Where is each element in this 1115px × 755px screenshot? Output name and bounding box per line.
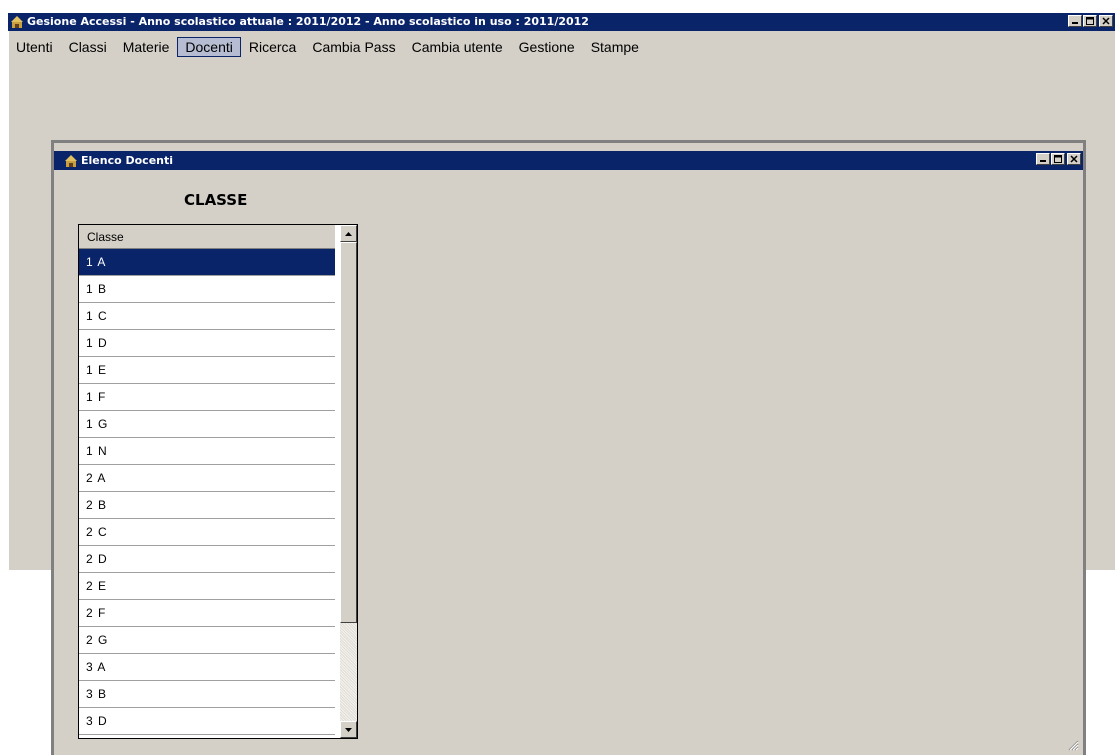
- arrow-down-icon: [345, 727, 352, 732]
- menu-item-ricerca[interactable]: Ricerca: [241, 37, 304, 57]
- table-row[interactable]: 1 D: [79, 330, 335, 357]
- table-row[interactable]: 2 F: [79, 600, 335, 627]
- table-row[interactable]: 2 G: [79, 627, 335, 654]
- table-row[interactable]: 3 B: [79, 681, 335, 708]
- classe-grid[interactable]: Classe 1 A1 B1 C1 D1 E1 F1 G1 N2 A2 B2 C…: [78, 224, 358, 739]
- main-titlebar[interactable]: Gesione Accessi - Anno scolastico attual…: [8, 13, 1115, 31]
- table-row[interactable]: 1 E: [79, 357, 335, 384]
- maximize-icon: [1086, 17, 1094, 25]
- minimize-button[interactable]: [1036, 153, 1050, 165]
- menu-item-docenti[interactable]: Docenti: [177, 37, 241, 57]
- table-row[interactable]: 2 D: [79, 546, 335, 573]
- close-icon: [1070, 155, 1078, 163]
- table-row[interactable]: 1 F: [79, 384, 335, 411]
- menu-item-gestione[interactable]: Gestione: [511, 37, 583, 57]
- vertical-scrollbar[interactable]: [340, 225, 357, 738]
- scroll-up-button[interactable]: [340, 225, 357, 242]
- menu-item-materie[interactable]: Materie: [115, 37, 178, 57]
- scroll-thumb[interactable]: [340, 242, 357, 623]
- child-window-elenco-docenti: Elenco Docenti CLASSE Classe 1 A1 B1 C1 …: [51, 140, 1086, 755]
- menu-item-classi[interactable]: Classi: [61, 37, 115, 57]
- table-row[interactable]: 2 B: [79, 492, 335, 519]
- scroll-down-button[interactable]: [340, 721, 357, 738]
- menu-bar: Utenti Classi Materie Docenti Ricerca Cambia …: [8, 37, 1115, 57]
- section-heading: CLASSE: [184, 191, 248, 209]
- table-row[interactable]: 1 B: [79, 276, 335, 303]
- minimize-button[interactable]: [1068, 15, 1082, 27]
- table-row[interactable]: 2 A: [79, 465, 335, 492]
- minimize-icon: [1072, 22, 1078, 24]
- child-window-title: Elenco Docenti: [81, 153, 174, 167]
- arrow-up-icon: [345, 231, 352, 236]
- resize-grip-icon[interactable]: [1067, 739, 1079, 751]
- close-button[interactable]: [1067, 153, 1081, 165]
- menu-item-cambia-pass[interactable]: Cambia Pass: [304, 37, 403, 57]
- child-titlebar[interactable]: Elenco Docenti: [54, 151, 1083, 170]
- app-icon: [65, 154, 77, 167]
- minimize-icon: [1040, 160, 1046, 162]
- child-window-controls: [1035, 153, 1081, 165]
- menu-item-utenti[interactable]: Utenti: [8, 37, 61, 57]
- app-icon: [11, 16, 23, 28]
- main-window-controls: [1067, 15, 1113, 27]
- close-icon: [1102, 17, 1110, 25]
- table-row[interactable]: 2 C: [79, 519, 335, 546]
- maximize-button[interactable]: [1051, 153, 1065, 165]
- table-row[interactable]: 1 N: [79, 438, 335, 465]
- menu-item-stampe[interactable]: Stampe: [583, 37, 647, 57]
- grid-rows: 1 A1 B1 C1 D1 E1 F1 G1 N2 A2 B2 C2 D2 E2…: [79, 249, 335, 735]
- maximize-icon: [1054, 155, 1062, 163]
- maximize-button[interactable]: [1083, 15, 1097, 27]
- close-button[interactable]: [1099, 15, 1113, 27]
- table-row[interactable]: 2 E: [79, 573, 335, 600]
- table-row[interactable]: 1 C: [79, 303, 335, 330]
- table-row[interactable]: 3 A: [79, 654, 335, 681]
- table-row[interactable]: 1 G: [79, 411, 335, 438]
- menu-item-cambia-utente[interactable]: Cambia utente: [404, 37, 511, 57]
- main-window-title: Gesione Accessi - Anno scolastico attual…: [27, 15, 589, 28]
- table-row[interactable]: 3 D: [79, 708, 335, 735]
- grid-column-header[interactable]: Classe: [79, 225, 335, 249]
- table-row[interactable]: 1 A: [79, 249, 335, 276]
